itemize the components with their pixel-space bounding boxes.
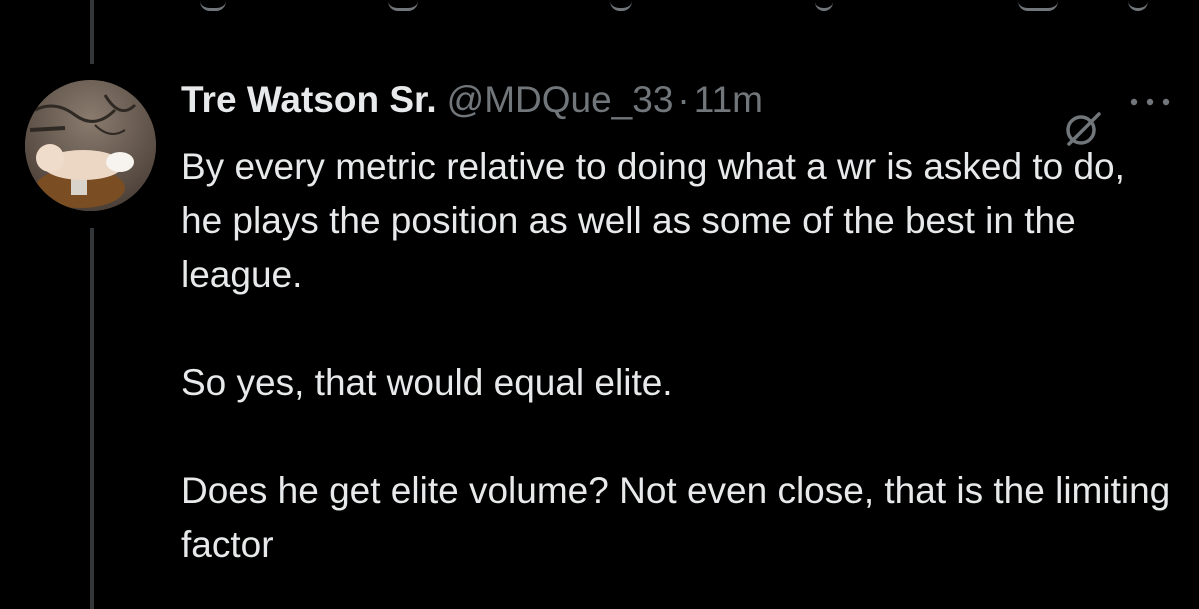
separator-dot: ·	[677, 79, 690, 120]
tweet-text: By every metric relative to doing what a…	[181, 140, 1171, 572]
user-avatar-icon	[25, 80, 156, 211]
like-icon[interactable]	[610, 0, 632, 11]
share-icon[interactable]	[1128, 0, 1148, 11]
reply-icon[interactable]	[200, 0, 226, 11]
timestamp[interactable]: 11m	[694, 79, 763, 121]
user-handle[interactable]: @MDQue_33	[447, 79, 674, 121]
views-icon[interactable]	[815, 0, 833, 11]
thread-connector-bottom	[90, 228, 94, 609]
more-options-icon[interactable]	[1128, 92, 1172, 112]
tweet-paragraph: So yes, that would equal elite.	[181, 362, 673, 403]
previous-tweet-action-bar	[0, 0, 1199, 12]
display-name[interactable]: Tre Watson Sr.	[181, 79, 437, 121]
tweet-header: Tre Watson Sr. @MDQue_33 · 11m	[181, 79, 763, 129]
tweet-paragraph: Does he get elite volume? Not even close…	[181, 470, 1171, 565]
bookmark-icon[interactable]	[1018, 0, 1058, 11]
retweet-icon[interactable]	[388, 0, 418, 11]
thread-connector-top	[90, 0, 94, 64]
tweet-paragraph: By every metric relative to doing what a…	[181, 146, 1125, 295]
avatar[interactable]	[25, 80, 156, 211]
